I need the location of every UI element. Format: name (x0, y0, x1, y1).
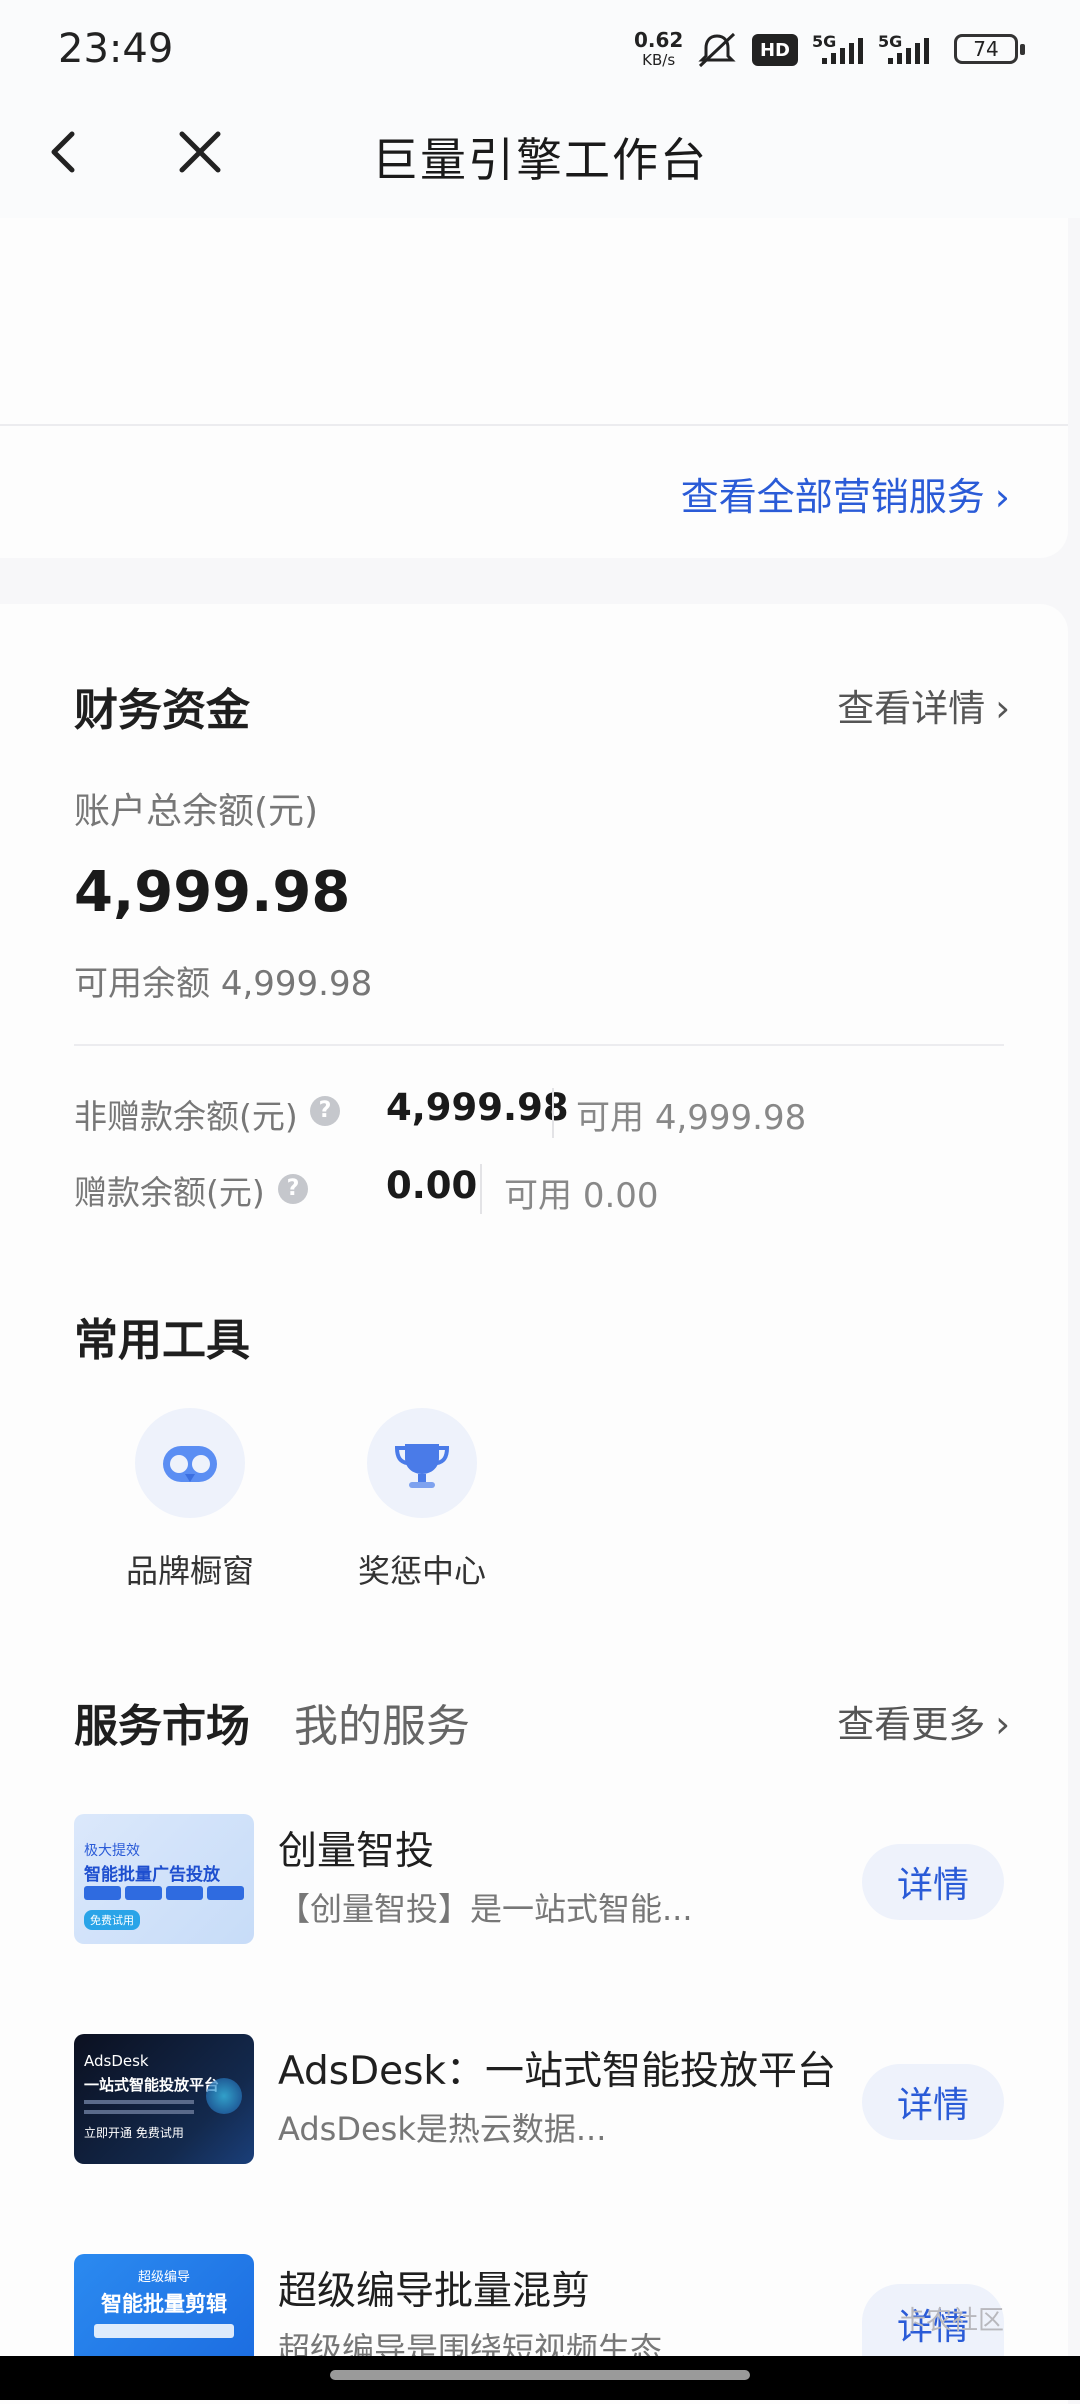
service-thumbnail: 超级编导 智能批量剪辑 (74, 2254, 254, 2356)
gift-balance-amount: 0.00 (386, 1164, 478, 1207)
service-desc: 超级编导是围绕短视频生态... (278, 2330, 693, 2356)
mute-bell-icon (694, 30, 740, 74)
available-balance-label: 可用余额 (74, 964, 210, 1004)
service-title: 超级编导批量混剪 (278, 2269, 591, 2314)
gift-available: 可用 0.00 (504, 1168, 659, 1217)
chevron-right-icon: › (995, 687, 1010, 730)
tool-brand-window-label: 品牌橱窗 (125, 1552, 254, 1590)
service-thumbnail: AdsDesk 一站式智能投放平台 立即开通 免费试用 (74, 2034, 254, 2164)
thumb-line2: 智能批量剪辑 (101, 2292, 227, 2316)
thumb-line2: 一站式智能投放平台 (84, 2076, 220, 2094)
chevron-right-icon: › (995, 1703, 1010, 1746)
details-button[interactable]: 详情 (862, 1844, 1004, 1920)
thumb-decoration (206, 2078, 242, 2114)
tab-service-market[interactable]: 服务市场 (74, 1690, 250, 1754)
page-title: 巨量引擎工作台 (372, 133, 708, 187)
available-balance: 可用余额 4,999.98 (74, 956, 372, 1005)
non-gift-balance-label: 非赠款余额(元) (74, 1097, 298, 1136)
divider (0, 424, 1068, 426)
trophy-icon (367, 1408, 477, 1518)
view-more-label: 查看更多 (837, 1703, 986, 1746)
service-title: 创量智投 (278, 1829, 435, 1874)
battery-icon: 74 (954, 34, 1025, 64)
total-balance-label: 账户总余额(元) (74, 791, 319, 832)
thumb-line1: 超级编导 (137, 2270, 190, 2285)
finance-title: 财务资金 (74, 685, 250, 736)
service-thumbnail: 极大提效 智能批量广告投放 免费试用 (74, 1814, 254, 1944)
non-gift-available-label: 可用 (576, 1098, 644, 1138)
thumb-line (94, 2324, 234, 2338)
service-desc: AdsDesk是热云数据... (278, 2110, 607, 2148)
tab-my-services[interactable]: 我的服务 (294, 1690, 470, 1754)
divider (552, 1088, 554, 1138)
view-all-marketing-link[interactable]: 查看全部营销服务 › (681, 466, 1010, 521)
thumb-line1: AdsDesk (84, 2052, 149, 2070)
thumb-tag: 立即开通 免费试用 (84, 2126, 184, 2140)
non-gift-available-amount: 4,999.98 (654, 1098, 807, 1138)
gift-balance-label: 赠款余额(元) (74, 1173, 265, 1212)
tool-rewards-center-label: 奖惩中心 (357, 1552, 486, 1590)
thumb-tag: 免费试用 (84, 1910, 140, 1930)
status-time: 23:49 (58, 26, 174, 72)
gift-available-amount: 0.00 (582, 1176, 659, 1216)
network-speed-value: 0.62 (634, 28, 684, 52)
non-gift-balance-amount: 4,999.98 (386, 1086, 569, 1129)
chevron-right-icon: › (994, 475, 1010, 519)
non-gift-available: 可用 4,999.98 (576, 1090, 806, 1139)
gift-available-label: 可用 (504, 1176, 572, 1216)
view-all-marketing-label: 查看全部营销服务 (680, 475, 985, 519)
available-balance-amount: 4,999.98 (220, 964, 373, 1004)
tool-rewards-center[interactable]: 奖惩中心 (312, 1408, 532, 1598)
help-icon[interactable]: ? (278, 1174, 308, 1204)
signal-bars-icon (818, 36, 870, 70)
thumb-line (84, 2110, 194, 2114)
network-speed-unit: KB/s (642, 51, 676, 69)
divider (74, 1044, 1004, 1046)
network-speed: 0.62 KB/s (634, 30, 683, 70)
total-balance-amount: 4,999.98 (74, 860, 351, 925)
service-desc: 【创量智投】是一站式智能... (278, 1890, 693, 1928)
details-button[interactable]: 详情 (862, 2064, 1004, 2140)
service-title: AdsDesk：一站式智能投放平台 (278, 2049, 836, 2094)
signal-bars-2-icon (884, 36, 936, 70)
finance-details-label: 查看详情 (837, 687, 986, 730)
tool-brand-window[interactable]: 品牌橱窗 (80, 1408, 300, 1598)
thumb-line1: 极大提效 (84, 1843, 140, 1859)
brand-window-icon (135, 1408, 245, 1518)
watermark: 卡农社区 (900, 2306, 1005, 2336)
view-more-link[interactable]: 查看更多 › (837, 1694, 1010, 1748)
finance-details-link[interactable]: 查看详情 › (837, 678, 1010, 732)
help-icon[interactable]: ? (310, 1096, 340, 1126)
home-indicator[interactable] (330, 2370, 750, 2380)
thumb-line (84, 2100, 194, 2104)
hd-icon: HD (752, 34, 798, 66)
thumb-line2: 智能批量广告投放 (84, 1865, 220, 1885)
tools-title: 常用工具 (74, 1315, 250, 1366)
thumb-tags (84, 1886, 244, 1900)
divider (480, 1164, 482, 1214)
